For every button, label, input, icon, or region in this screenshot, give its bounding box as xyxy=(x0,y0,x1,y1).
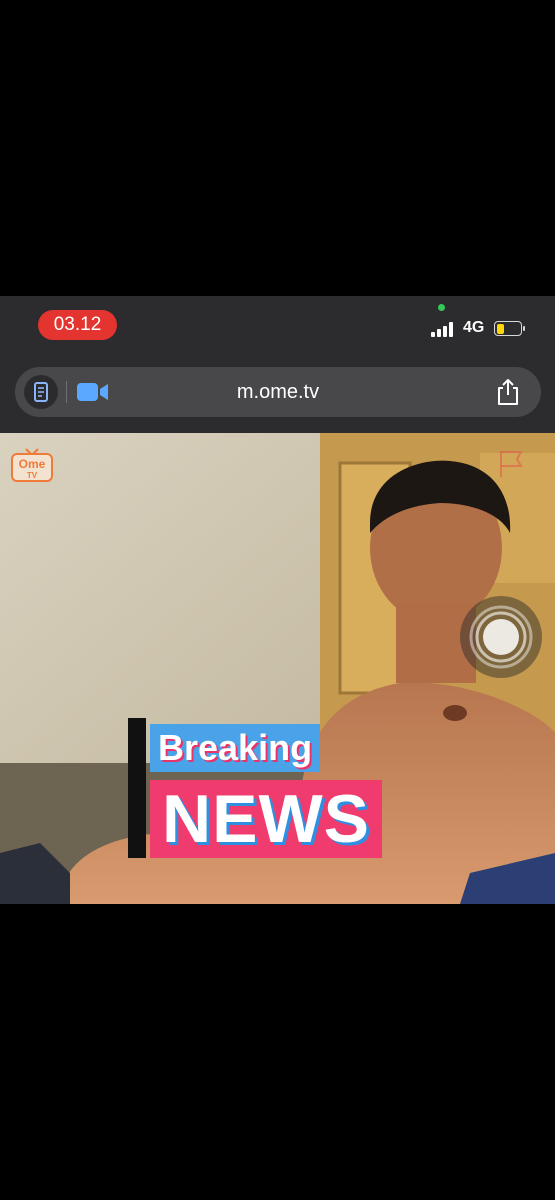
bottom-letterbox xyxy=(0,904,555,1200)
breaking-label: Breaking xyxy=(150,724,321,772)
address-bar[interactable]: m.ome.tv xyxy=(15,367,541,417)
breaking-news-sticker: Breaking NEWS xyxy=(128,718,408,863)
share-icon[interactable] xyxy=(495,378,521,406)
network-type: 4G xyxy=(463,319,485,336)
reader-icon xyxy=(34,382,48,402)
flag-icon[interactable] xyxy=(495,447,529,481)
url-text[interactable]: m.ome.tv xyxy=(115,367,441,417)
phone-screenshot: 03.12 4G m.ome.tv Ome TV Breaking NEWS xyxy=(0,296,555,904)
video-camera-icon[interactable] xyxy=(77,382,109,402)
top-letterbox xyxy=(0,0,555,296)
battery-icon xyxy=(494,321,525,336)
status-bar: 03.12 4G xyxy=(0,296,555,358)
news-label: NEWS xyxy=(150,780,382,858)
video-feed[interactable]: Ome TV Breaking NEWS xyxy=(0,433,555,904)
ometv-logo: Ome TV xyxy=(10,447,54,483)
ometv-logo-text: Ome xyxy=(19,457,46,471)
camera-in-use-indicator xyxy=(438,304,445,311)
reader-button[interactable] xyxy=(24,375,58,409)
sticker-side-bar xyxy=(128,718,146,858)
ometv-logo-subtext: TV xyxy=(27,471,38,480)
cellular-signal-icon xyxy=(431,321,455,337)
status-time: 03.12 xyxy=(38,310,117,340)
address-divider xyxy=(66,381,67,403)
assistive-touch-icon[interactable] xyxy=(459,595,543,679)
